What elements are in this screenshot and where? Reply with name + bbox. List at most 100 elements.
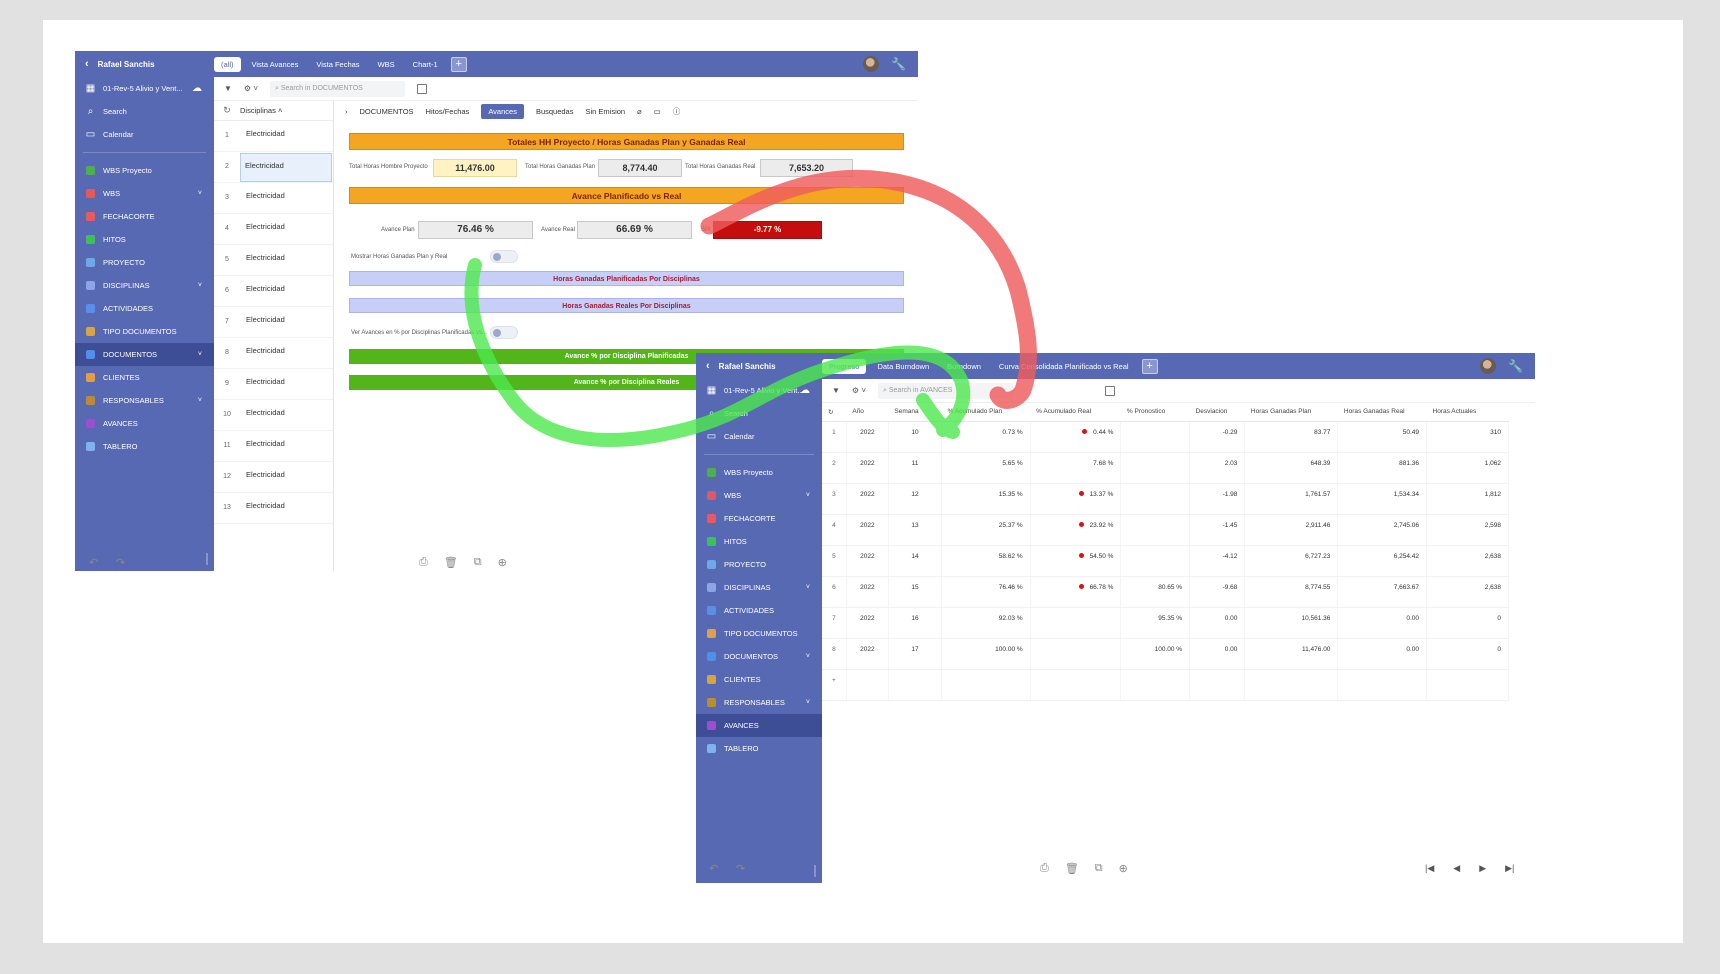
redo-icon-2[interactable]: ↷ xyxy=(736,862,745,875)
add-icon[interactable]: ⊕ xyxy=(1119,862,1128,875)
undo-icon[interactable]: ↶ xyxy=(89,556,98,569)
panel-tab-0[interactable]: DOCUMENTOS xyxy=(360,107,414,116)
tab-1[interactable]: Vista Avances xyxy=(245,57,306,72)
gear-icon[interactable]: ⚙ ˅ xyxy=(852,386,866,395)
sidebar-item-7[interactable]: TIPO DOCUMENTOS xyxy=(696,622,822,645)
delete-icon[interactable]: 🗑 xyxy=(444,556,458,569)
column-header[interactable]: % Acumulado Plan xyxy=(941,403,1031,422)
add-tab-button[interactable]: + xyxy=(450,56,467,72)
redo-icon[interactable]: ↷ xyxy=(116,556,125,569)
chevron-down-icon[interactable]: ˅ xyxy=(806,492,810,499)
sidebar-item-4[interactable]: PROYECTO xyxy=(75,251,214,274)
panel-tab-2[interactable]: Avances xyxy=(481,103,524,119)
project-selector[interactable]: ▦ 01-Rev-5 Alivio y Vent... ☁ xyxy=(75,77,214,100)
list-item[interactable]: 13 Electricidad xyxy=(214,493,333,524)
add-row-icon[interactable]: + xyxy=(822,669,847,701)
user-back-button-2[interactable]: ‹ Rafael Sanchis xyxy=(696,353,822,379)
table-row[interactable]: 4 2022 13 25.37 % 23.92 % -1.45 2,911.46 2,745.… xyxy=(822,514,1509,546)
table-row[interactable]: 2 2022 11 5.65 % 7.68 % 2.03 648.39 881.36 1,062 xyxy=(822,452,1509,484)
sidebar-item-2[interactable]: FECHACORTE xyxy=(696,507,822,530)
prev-page-icon[interactable]: ◀ xyxy=(1453,863,1460,874)
list-item[interactable]: 11 Electricidad xyxy=(214,431,333,462)
list-item[interactable]: 9 Electricidad xyxy=(214,369,333,400)
add-icon[interactable]: ⊕ xyxy=(498,556,507,569)
sidebar-item-1[interactable]: WBS ˅ xyxy=(75,182,214,205)
refresh-icon[interactable]: ↻ xyxy=(822,403,847,422)
table-row[interactable]: 6 2022 15 76.46 % 66.78 % 80.65 % -9.68 8,774.5… xyxy=(822,576,1509,608)
chevron-down-icon[interactable]: ˅ xyxy=(806,699,810,706)
column-header[interactable]: % Acumulado Real xyxy=(1030,403,1121,422)
copy-icon[interactable]: ⧉ xyxy=(1095,862,1103,875)
list-item[interactable]: 2 Electricidad xyxy=(214,152,333,183)
tab-2[interactable]: Burndown xyxy=(940,359,988,374)
chevron-down-icon[interactable]: ˅ xyxy=(806,584,810,591)
tab-3[interactable]: WBS xyxy=(371,57,402,72)
add-row[interactable]: + xyxy=(822,669,1509,701)
search-input[interactable]: ⌕ Search in DOCUMENTOS xyxy=(270,80,405,97)
sidebar-item-10[interactable]: RESPONSABLES ˅ xyxy=(75,389,214,412)
resize-handle[interactable] xyxy=(814,865,816,877)
table-row[interactable]: 7 2022 16 92.03 % 95.35 % 0.00 10,561.36 0.00 0 xyxy=(822,607,1509,639)
sidebar-item-0[interactable]: WBS Proyecto xyxy=(75,159,214,182)
sidebar-item-9[interactable]: CLIENTES xyxy=(696,668,822,691)
column-header[interactable]: Desviacion xyxy=(1189,403,1245,422)
list-item[interactable]: 7 Electricidad xyxy=(214,307,333,338)
project-selector[interactable]: ▦ 01-Rev-5 Alivio y Vent... ☁ xyxy=(696,379,822,402)
band-horas-reales[interactable]: Horas Ganadas Reales Por Disciplinas xyxy=(349,298,904,313)
panel-tab-1[interactable]: Hitos/Fechas xyxy=(426,107,470,116)
sidebar-search[interactable]: ⌕ Search xyxy=(696,402,822,425)
sidebar-item-11[interactable]: AVANCES xyxy=(696,714,822,737)
chevron-down-icon[interactable]: ˅ xyxy=(806,653,810,660)
wrench-icon[interactable]: 🔧 xyxy=(1508,359,1523,373)
column-header[interactable]: Horas Ganadas Plan xyxy=(1244,403,1338,422)
column-header[interactable]: Semana xyxy=(888,403,942,422)
undo-icon-2[interactable]: ↶ xyxy=(709,862,718,875)
list-item[interactable]: 12 Electricidad xyxy=(214,462,333,493)
list-item[interactable]: 5 Electricidad xyxy=(214,245,333,276)
attachment-icon[interactable]: ⌀ xyxy=(637,107,642,116)
sidebar-item-7[interactable]: TIPO DOCUMENTOS xyxy=(75,320,214,343)
tab-0[interactable]: Progreso xyxy=(822,358,867,374)
refresh-icon[interactable]: ↻ xyxy=(214,105,240,116)
sidebar-item-3[interactable]: HITOS xyxy=(696,530,822,553)
sidebar-item-2[interactable]: FECHACORTE xyxy=(75,205,214,228)
list-item[interactable]: 6 Electricidad xyxy=(214,276,333,307)
chevron-down-icon[interactable]: ˅ xyxy=(198,190,202,197)
sidebar-item-5[interactable]: DISCIPLINAS ˅ xyxy=(696,576,822,599)
filter-icon[interactable]: ▼ xyxy=(832,386,840,395)
chevron-down-icon[interactable]: ˅ xyxy=(198,282,202,289)
column-header[interactable]: Año xyxy=(846,403,889,422)
list-item[interactable]: 4 Electricidad xyxy=(214,214,333,245)
tab-0[interactable]: (all) xyxy=(214,56,241,72)
print-icon[interactable]: ⎙ xyxy=(419,556,428,569)
sidebar-search[interactable]: ⌕ Search xyxy=(75,100,214,123)
sidebar-item-1[interactable]: WBS ˅ xyxy=(696,484,822,507)
list-item[interactable]: 8 Electricidad xyxy=(214,338,333,369)
sidebar-item-5[interactable]: DISCIPLINAS ˅ xyxy=(75,274,214,297)
layout-icon[interactable] xyxy=(417,83,427,94)
search-input-2[interactable]: ⌕ Search in AVANCES xyxy=(878,382,1013,399)
table-row[interactable]: 5 2022 14 58.62 % 54.50 % -4.12 6,727.23 6,254.… xyxy=(822,545,1509,577)
list-item[interactable]: 3 Electricidad xyxy=(214,183,333,214)
gear-icon[interactable]: ⚙ ˅ xyxy=(244,84,258,93)
panel-tab-3[interactable]: Busquedas xyxy=(536,107,574,116)
sidebar-item-11[interactable]: AVANCES xyxy=(75,412,214,435)
column-header[interactable]: % Pronostico xyxy=(1120,403,1190,422)
print-icon[interactable]: ⎙ xyxy=(1040,862,1049,875)
layout-icon[interactable] xyxy=(1105,385,1115,396)
tab-4[interactable]: Chart-1 xyxy=(406,57,445,72)
sidebar-item-0[interactable]: WBS Proyecto xyxy=(696,461,822,484)
copy-icon[interactable]: ⧉ xyxy=(474,556,482,569)
first-page-icon[interactable]: |◀ xyxy=(1425,863,1434,874)
sidebar-item-10[interactable]: RESPONSABLES ˅ xyxy=(696,691,822,714)
sidebar-item-4[interactable]: PROYECTO xyxy=(696,553,822,576)
table-row[interactable]: 8 2022 17 100.00 % 100.00 % 0.00 11,476.00 0.00… xyxy=(822,638,1509,670)
sidebar-item-6[interactable]: ACTIVIDADES xyxy=(75,297,214,320)
column-header-disciplinas[interactable]: Disciplinas xyxy=(240,106,276,115)
column-header[interactable]: Horas Ganadas Real xyxy=(1337,403,1427,422)
user-back-button[interactable]: ‹ Rafael Sanchis xyxy=(75,51,214,77)
tab-3[interactable]: Curva Consolidada Planificado vs Real xyxy=(992,359,1136,374)
list-item[interactable]: 10 Electricidad xyxy=(214,400,333,431)
sidebar-item-12[interactable]: TABLERO xyxy=(75,435,214,458)
panel-tab-4[interactable]: Sin Emision xyxy=(585,107,625,116)
